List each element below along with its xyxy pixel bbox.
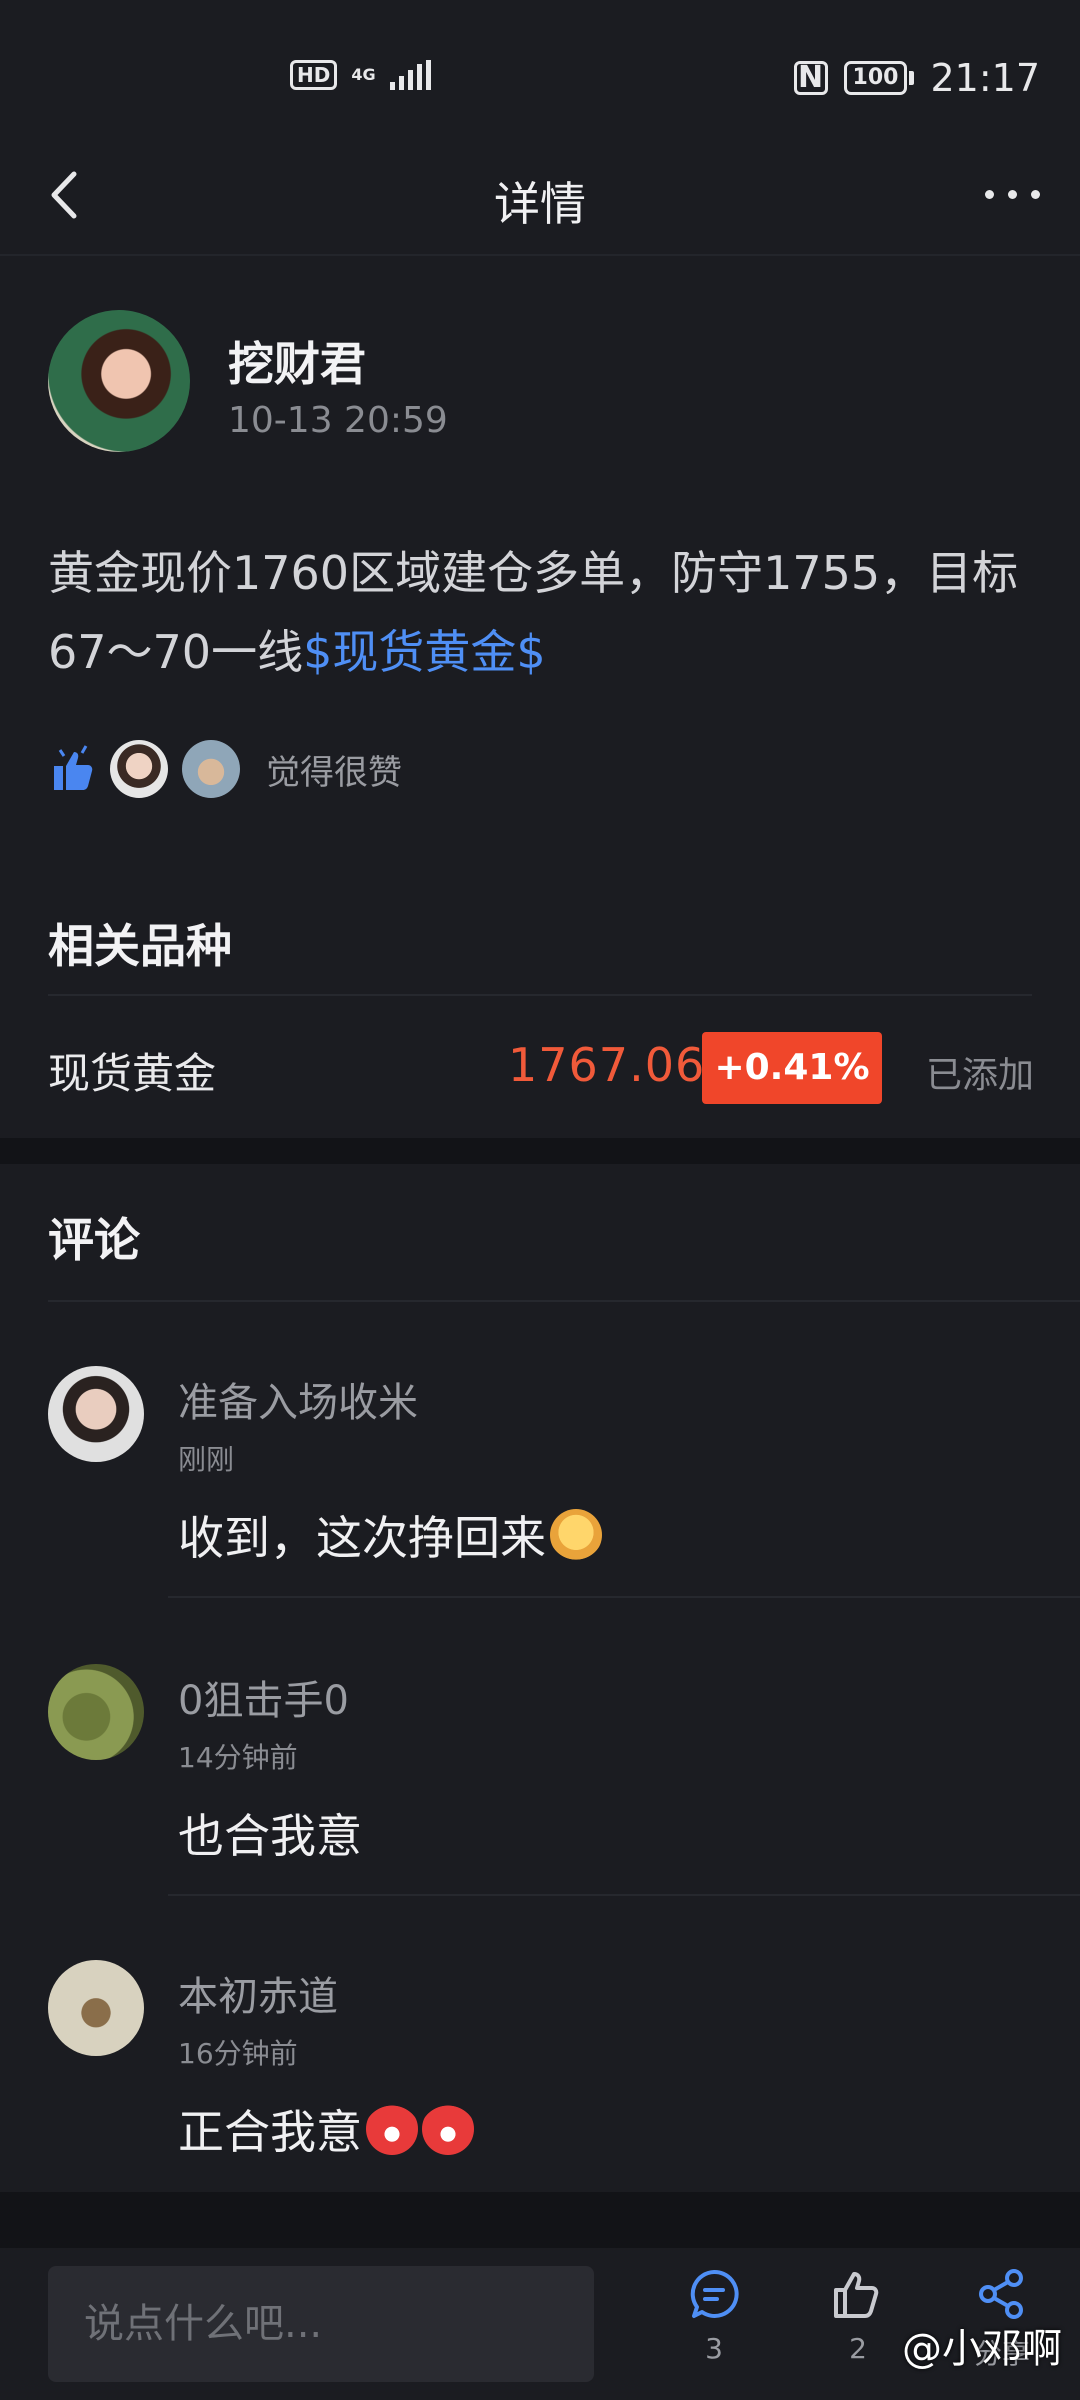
instrument-name[interactable]: 现货黄金 bbox=[48, 1040, 216, 1101]
author-name[interactable]: 挖财君 bbox=[228, 328, 366, 394]
pig-emoji-icon bbox=[366, 2103, 418, 2155]
clock: 21:17 bbox=[930, 56, 1040, 100]
likes-label: 觉得很赞 bbox=[266, 752, 402, 793]
author-avatar[interactable] bbox=[48, 310, 190, 452]
status-left: HD 4G bbox=[290, 60, 431, 90]
comment-text: 也合我意 bbox=[178, 1800, 362, 1866]
top-nav-bar: 详情 bbox=[0, 140, 1080, 256]
share-icon bbox=[979, 2269, 1023, 2319]
liker-avatar bbox=[110, 740, 168, 798]
commenter-name[interactable]: 本初赤道 bbox=[178, 1964, 338, 2022]
comment-body: 收到，这次挣回来 bbox=[178, 1511, 546, 1565]
status-bar: HD 4G N 100 21:17 bbox=[0, 0, 1080, 140]
network-type-label: 4G bbox=[351, 65, 376, 84]
comment-icon bbox=[690, 2269, 739, 2318]
comment-time: 16分钟前 bbox=[178, 2037, 298, 2070]
nfc-icon: N bbox=[793, 61, 828, 95]
battery-level: 100 bbox=[843, 61, 908, 95]
related-section-title: 相关品种 bbox=[48, 919, 232, 973]
divider bbox=[48, 994, 1032, 996]
commenter-avatar[interactable] bbox=[48, 1366, 144, 1462]
comment-body: 正合我意 bbox=[178, 2105, 362, 2159]
more-options-icon[interactable] bbox=[985, 190, 1040, 199]
battery-icon: 100 bbox=[843, 61, 915, 95]
status-right: N 100 21:17 bbox=[793, 56, 1040, 100]
likes-row[interactable]: 觉得很赞 bbox=[48, 740, 402, 798]
comment-input[interactable]: 说点什么吧... bbox=[48, 2266, 594, 2382]
comment-time: 刚刚 bbox=[178, 1443, 235, 1476]
hd-icon: HD bbox=[290, 60, 338, 90]
comment-time: 14分钟前 bbox=[178, 1741, 298, 1774]
comment-button[interactable]: 3 bbox=[674, 2266, 754, 2365]
comments-section-title: 评论 bbox=[48, 1213, 140, 1267]
commenter-name[interactable]: 准备入场收米 bbox=[178, 1370, 418, 1428]
comment-text: 收到，这次挣回来 bbox=[178, 1502, 602, 1568]
section-separator bbox=[0, 2192, 1080, 2248]
comment-text: 正合我意 bbox=[178, 2096, 474, 2162]
like-count: 2 bbox=[849, 2332, 867, 2365]
instrument-change-badge: +0.41% bbox=[702, 1032, 882, 1104]
pig-emoji-icon bbox=[422, 2103, 474, 2155]
comment-body: 也合我意 bbox=[178, 1809, 362, 1863]
like-button[interactable]: 2 bbox=[818, 2266, 898, 2365]
watermark: @小邓啊 bbox=[902, 2326, 1062, 2372]
divider bbox=[48, 1300, 1080, 1302]
post-topic-link[interactable]: $现货黄金$ bbox=[303, 625, 546, 679]
instrument-added-status[interactable]: 已添加 bbox=[926, 1046, 1034, 1098]
thumbs-up-icon bbox=[54, 745, 93, 790]
post-time: 10-13 20:59 bbox=[228, 400, 448, 441]
liker-avatar bbox=[182, 740, 240, 798]
commenter-name[interactable]: 0狙击手0 bbox=[178, 1668, 349, 1726]
thumbs-up-icon bbox=[834, 2272, 879, 2318]
commenter-avatar[interactable] bbox=[48, 1960, 144, 2056]
page-title: 详情 bbox=[494, 177, 586, 231]
divider bbox=[168, 1596, 1080, 1598]
instrument-price: 1767.06 bbox=[508, 1038, 706, 1092]
post-content: 黄金现价1760区域建仓多单，防守1755，目标67～70一线$现货黄金$ bbox=[48, 534, 1048, 692]
signal-icon bbox=[389, 60, 431, 90]
comment-count: 3 bbox=[705, 2332, 723, 2365]
fist-emoji-icon bbox=[550, 1509, 602, 1561]
divider bbox=[168, 1894, 1080, 1896]
commenter-avatar[interactable] bbox=[48, 1664, 144, 1760]
section-separator bbox=[0, 1138, 1080, 1164]
